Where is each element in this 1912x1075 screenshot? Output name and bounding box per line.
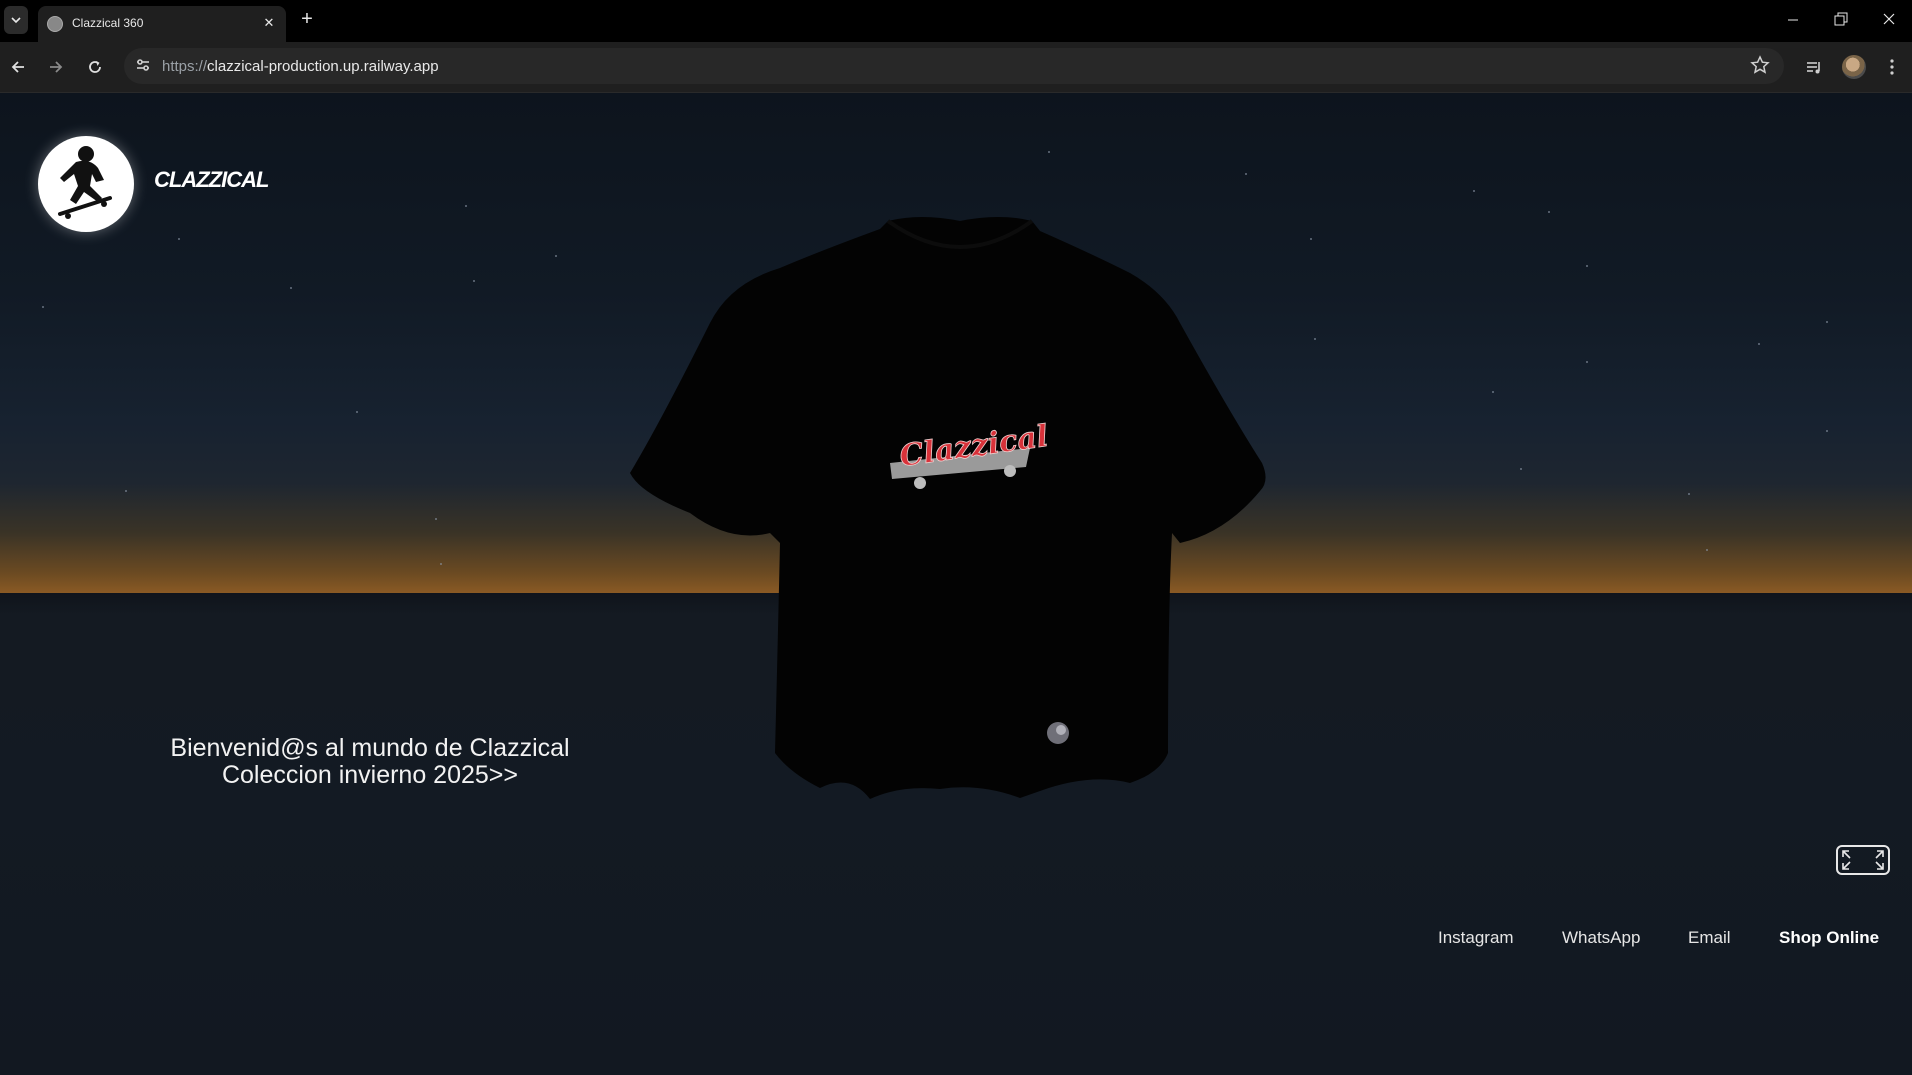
browser-toolbar: https://clazzical-production.up.railway.… xyxy=(0,42,1912,93)
star xyxy=(1758,343,1760,345)
chevron-down-icon xyxy=(11,17,21,24)
welcome-line-2[interactable]: Coleccion invierno 2025>> xyxy=(140,762,600,789)
site-info-icon[interactable] xyxy=(134,56,154,76)
restore-button[interactable] xyxy=(1826,8,1856,32)
star xyxy=(1492,391,1494,393)
star xyxy=(356,411,358,413)
address-bar[interactable]: https://clazzical-production.up.railway.… xyxy=(124,48,1784,84)
star xyxy=(1548,211,1550,213)
close-icon[interactable]: ✕ xyxy=(260,14,278,32)
brand-logo[interactable] xyxy=(38,136,134,232)
star xyxy=(555,255,557,257)
star xyxy=(42,306,44,308)
globe-icon xyxy=(47,16,63,32)
restore-icon xyxy=(1834,12,1848,26)
minimize-button[interactable] xyxy=(1778,8,1808,32)
footer-link-shop-online[interactable]: Shop Online xyxy=(1779,928,1879,948)
tshirt-3d-model[interactable]: Clazzical xyxy=(620,213,1300,813)
star xyxy=(440,563,442,565)
star xyxy=(178,238,180,240)
welcome-message: Bienvenid@s al mundo de Clazzical Colecc… xyxy=(140,735,600,789)
star xyxy=(1688,493,1690,495)
tab-search-button[interactable] xyxy=(4,6,28,34)
shirt-hem-logo xyxy=(1047,722,1069,744)
star xyxy=(1473,190,1475,192)
reload-icon xyxy=(89,61,101,73)
browser-tab[interactable]: Clazzical 360 ✕ xyxy=(38,6,286,42)
star xyxy=(1520,468,1522,470)
media-control-button[interactable] xyxy=(1802,55,1826,79)
footer-link-email[interactable]: Email xyxy=(1688,928,1731,948)
url-text: https://clazzical-production.up.railway.… xyxy=(162,58,439,75)
star xyxy=(1310,238,1312,240)
star xyxy=(125,490,127,492)
new-tab-button[interactable]: + xyxy=(296,9,318,31)
viewer-scene[interactable]: CLAZZICAL Clazzical Bienvenid@s al mundo… xyxy=(0,93,1912,1075)
star xyxy=(1586,361,1588,363)
arrow-left-icon xyxy=(11,61,24,73)
reload-button[interactable] xyxy=(83,55,107,79)
browser-tab-bar: Clazzical 360 ✕ + xyxy=(0,0,1912,42)
star xyxy=(1245,173,1247,175)
footer-link-instagram[interactable]: Instagram xyxy=(1438,928,1514,948)
star xyxy=(1706,549,1708,551)
minimize-icon xyxy=(1788,19,1798,21)
star xyxy=(1826,321,1828,323)
browser-menu-button[interactable] xyxy=(1880,55,1904,79)
brand-wordmark[interactable]: CLAZZICAL xyxy=(154,167,269,193)
star xyxy=(1048,151,1050,153)
welcome-line-1: Bienvenid@s al mundo de Clazzical xyxy=(170,734,570,762)
arrow-right-icon xyxy=(50,61,63,73)
star xyxy=(465,205,467,207)
star xyxy=(1314,338,1316,340)
profile-avatar[interactable] xyxy=(1842,55,1866,79)
expand-icon xyxy=(1842,850,1884,870)
star xyxy=(473,280,475,282)
close-icon xyxy=(1883,13,1895,25)
bookmark-star-icon[interactable] xyxy=(1750,55,1772,77)
more-vertical-icon xyxy=(1890,59,1894,75)
playlist-icon xyxy=(1807,62,1820,74)
star xyxy=(290,287,292,289)
close-window-button[interactable] xyxy=(1874,8,1904,32)
skateboarder-icon xyxy=(58,146,112,219)
footer-link-whatsapp[interactable]: WhatsApp xyxy=(1562,928,1640,948)
url-host: clazzical-production.up.railway.app xyxy=(207,58,439,75)
fullscreen-button[interactable] xyxy=(1836,845,1890,875)
star xyxy=(435,518,437,520)
star xyxy=(1586,265,1588,267)
star xyxy=(1826,430,1828,432)
back-button[interactable] xyxy=(6,55,30,79)
tab-title: Clazzical 360 xyxy=(72,16,144,30)
forward-button[interactable] xyxy=(44,55,68,79)
url-scheme: https:// xyxy=(162,58,208,75)
